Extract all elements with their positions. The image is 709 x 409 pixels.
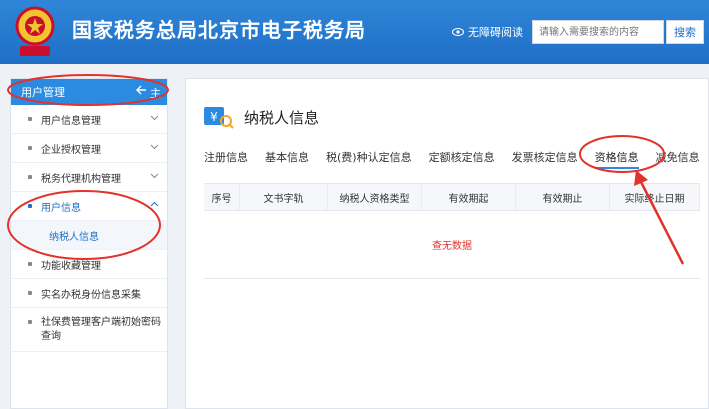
tax-emblem-logo: [15, 6, 55, 56]
chevron-down-icon: [150, 115, 159, 121]
tab-qualification-info[interactable]: 资格信息: [594, 147, 639, 169]
svg-text:¥: ¥: [210, 110, 218, 124]
chevron-up-icon: [150, 201, 159, 207]
bullet-icon: [28, 291, 32, 295]
search-button[interactable]: 搜索: [666, 20, 704, 44]
tab-exemption-info[interactable]: 减免信息: [656, 147, 700, 169]
accessibility-label: 无障碍阅读: [468, 26, 523, 39]
sidebar-item-user-info[interactable]: 用户信息: [11, 192, 167, 221]
bullet-icon: [28, 175, 32, 179]
search-input[interactable]: [532, 20, 664, 44]
sidebar-item-label: 社保费管理客户端初始密码查询: [41, 317, 161, 342]
tab-invoice-info[interactable]: 发票核定信息: [512, 147, 578, 169]
back-arrow-icon: [136, 85, 146, 95]
column-header: 实际终止日期: [610, 184, 700, 210]
bullet-icon: [28, 262, 32, 266]
sidebar-item-label: 功能收藏管理: [41, 260, 101, 272]
bullet-icon: [28, 117, 32, 121]
sidebar-collapse-button[interactable]: 主: [136, 85, 161, 101]
bullet-icon: [28, 146, 32, 150]
sidebar-item-tax-agency-management[interactable]: 税务代理机构管理: [11, 163, 167, 192]
tab-basic-info[interactable]: 基本信息: [265, 147, 309, 169]
accessibility-reading-toggle[interactable]: 无障碍阅读: [452, 24, 523, 40]
sidebar-collapse-label: 主: [150, 87, 161, 100]
header-bar: 国家税务总局北京市电子税务局 无障碍阅读 搜索: [0, 0, 709, 64]
bullet-icon: [28, 204, 32, 208]
sidebar-header: 用户管理 主: [11, 79, 167, 105]
main-panel: ¥ 纳税人信息 注册信息 基本信息 税(费)种认定信息 定额核定信息 发票核定信…: [185, 78, 709, 409]
tab-quota-info[interactable]: 定额核定信息: [429, 147, 495, 169]
sidebar-item-label: 用户信息管理: [41, 115, 101, 127]
bullet-icon: [28, 320, 32, 324]
qualification-table: 序号 文书字轨 纳税人资格类型 有效期起 有效期止 实际终止日期 查无数据: [204, 183, 700, 279]
sidebar-item-social-security-password-query[interactable]: 社保费管理客户端初始密码查询: [11, 308, 167, 352]
chevron-down-icon: [150, 144, 159, 150]
sidebar-item-favorites-management[interactable]: 功能收藏管理: [11, 250, 167, 279]
taxpayer-info-icon: ¥: [204, 107, 234, 129]
tab-registration-info[interactable]: 注册信息: [204, 147, 248, 169]
table-header-row: 序号 文书字轨 纳税人资格类型 有效期起 有效期止 实际终止日期: [204, 183, 700, 211]
sidebar-item-label: 实名办税身份信息采集: [41, 289, 141, 301]
site-title: 国家税务总局北京市电子税务局: [72, 18, 366, 42]
sidebar-item-label: 用户信息: [41, 202, 81, 214]
sidebar-item-user-info-management[interactable]: 用户信息管理: [11, 105, 167, 134]
empty-state-text: 查无数据: [204, 211, 700, 279]
sidebar-subitem-taxpayer-info[interactable]: 纳税人信息: [11, 221, 167, 250]
tab-tax-type-info[interactable]: 税(费)种认定信息: [326, 147, 412, 169]
sidebar-item-label: 税务代理机构管理: [41, 173, 121, 185]
sidebar-item-enterprise-authorization[interactable]: 企业授权管理: [11, 134, 167, 163]
sidebar: 用户管理 主 用户信息管理 企业授权管理 税务代理机构管理 用户信息 纳税人信息…: [10, 78, 168, 409]
column-header: 有效期止: [516, 184, 610, 210]
tab-bar: 注册信息 基本信息 税(费)种认定信息 定额核定信息 发票核定信息 资格信息 减…: [204, 147, 709, 169]
column-header: 纳税人资格类型: [328, 184, 422, 210]
sidebar-title: 用户管理: [21, 86, 65, 99]
column-header: 序号: [204, 184, 240, 210]
chevron-down-icon: [150, 173, 159, 179]
sidebar-item-real-name-identity-collection[interactable]: 实名办税身份信息采集: [11, 279, 167, 308]
column-header: 有效期起: [422, 184, 516, 210]
eye-icon: [452, 28, 464, 36]
page-title: 纳税人信息: [244, 109, 320, 127]
column-header: 文书字轨: [240, 184, 328, 210]
sidebar-item-label: 企业授权管理: [41, 144, 101, 156]
